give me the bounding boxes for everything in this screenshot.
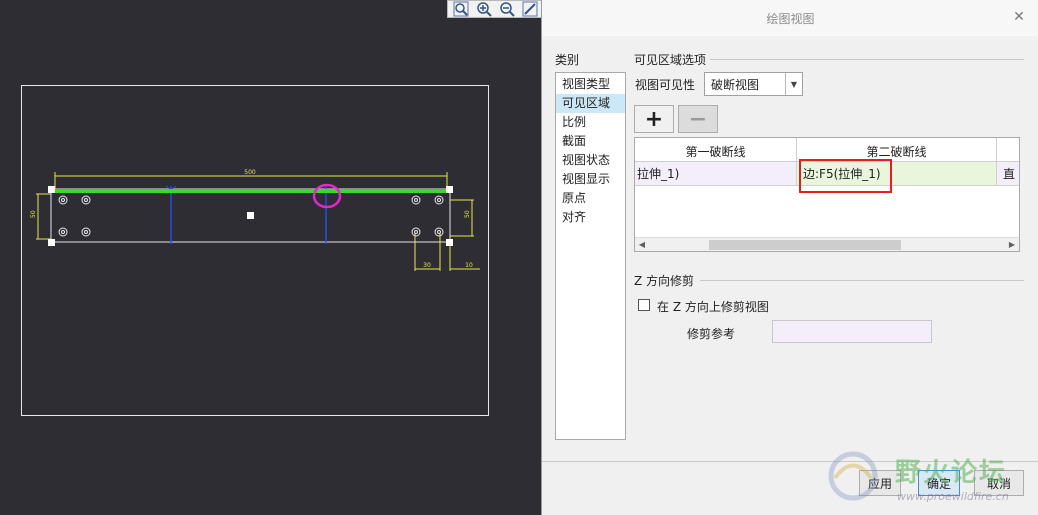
zoom-out-icon[interactable] bbox=[498, 1, 516, 17]
category-item[interactable]: 比例 bbox=[556, 113, 625, 132]
zoom-in-icon[interactable] bbox=[475, 1, 493, 17]
zoom-fit-icon[interactable] bbox=[452, 1, 470, 17]
group-divider bbox=[700, 280, 1024, 281]
watermark-url: www.proewildfire.cn bbox=[897, 490, 1009, 503]
watermark-text: 野火论坛 bbox=[895, 458, 1008, 488]
remove-break-button[interactable]: − bbox=[678, 105, 718, 133]
selection-marker-circle bbox=[312, 183, 342, 209]
drawing-view-dialog: 绘图视图 ✕ 类别 视图类型 可见区域 比例 截面 视图状态 视图显示 原点 对齐 可见区域选… bbox=[541, 0, 1038, 515]
table-horizontal-scrollbar[interactable]: ◀ ▶ bbox=[635, 237, 1019, 251]
z-trim-checkbox[interactable] bbox=[638, 299, 650, 311]
view-toolbar bbox=[447, 0, 542, 18]
close-icon[interactable]: ✕ bbox=[1012, 10, 1026, 24]
plus-icon: + bbox=[644, 106, 664, 132]
view-visibility-value: 破断视图 bbox=[711, 77, 760, 92]
view-handles bbox=[48, 186, 453, 246]
column-header-first-break-line[interactable]: 第一破断线 bbox=[635, 138, 797, 162]
category-item[interactable]: 视图类型 bbox=[556, 75, 625, 94]
dialog-title-bar[interactable]: 绘图视图 bbox=[542, 0, 1038, 36]
part-drawing[interactable]: 500 50 50 30 10 bbox=[0, 0, 540, 515]
break-table: 第一破断线 第二破断线 拉伸_1) 边:F5(拉伸_1) 直 ◀ ▶ bbox=[634, 137, 1020, 252]
minus-icon: − bbox=[688, 106, 708, 132]
dimension-text-left: 50 bbox=[30, 210, 37, 218]
category-list: 视图类型 可见区域 比例 截面 视图状态 视图显示 原点 对齐 bbox=[555, 72, 626, 440]
z-trim-checkbox-label[interactable]: 在 Z 方向上修剪视图 bbox=[657, 298, 769, 315]
category-item[interactable]: 原点 bbox=[556, 189, 625, 208]
cell-first-break-line[interactable]: 拉伸_1) bbox=[635, 162, 797, 186]
dialog-title: 绘图视图 bbox=[766, 11, 815, 26]
category-item[interactable]: 视图显示 bbox=[556, 170, 625, 189]
group-divider bbox=[710, 59, 1024, 60]
dimension-text-right: 50 bbox=[464, 210, 471, 218]
dimension-text-bottom-a: 30 bbox=[423, 262, 431, 269]
cell-break-line-style[interactable]: 直 bbox=[997, 162, 1019, 186]
scroll-left-icon[interactable]: ◀ bbox=[635, 238, 649, 251]
visible-area-options-title: 可见区域选项 bbox=[634, 53, 707, 67]
category-label: 类别 bbox=[555, 53, 580, 67]
dimension-text-top: 500 bbox=[244, 169, 256, 176]
add-break-button[interactable]: + bbox=[634, 105, 674, 133]
category-item[interactable]: 截面 bbox=[556, 132, 625, 151]
forum-watermark: 野火论坛 www.proewildfire.cn bbox=[825, 448, 1035, 508]
z-trim-title: Z 方向修剪 bbox=[634, 274, 695, 288]
category-item[interactable]: 视图状态 bbox=[556, 151, 625, 170]
view-visibility-select[interactable]: 破断视图 ▼ bbox=[704, 72, 803, 96]
pan-icon[interactable] bbox=[521, 1, 539, 17]
scroll-right-icon[interactable]: ▶ bbox=[1005, 238, 1019, 251]
category-item[interactable]: 对齐 bbox=[556, 208, 625, 227]
annotation-highlight-box bbox=[799, 159, 892, 193]
drawing-canvas[interactable]: 500 50 50 30 10 bbox=[0, 0, 540, 515]
category-item[interactable]: 可见区域 bbox=[556, 94, 625, 113]
view-visibility-label: 视图可见性 bbox=[635, 78, 696, 92]
scrollbar-thumb[interactable] bbox=[709, 240, 901, 250]
chevron-down-icon[interactable]: ▼ bbox=[785, 73, 802, 95]
trim-reference-label: 修剪参考 bbox=[687, 327, 736, 341]
trim-reference-field[interactable] bbox=[772, 320, 932, 343]
dimension-text-bottom-b: 10 bbox=[465, 262, 473, 269]
watermark-logo-icon bbox=[828, 451, 878, 501]
